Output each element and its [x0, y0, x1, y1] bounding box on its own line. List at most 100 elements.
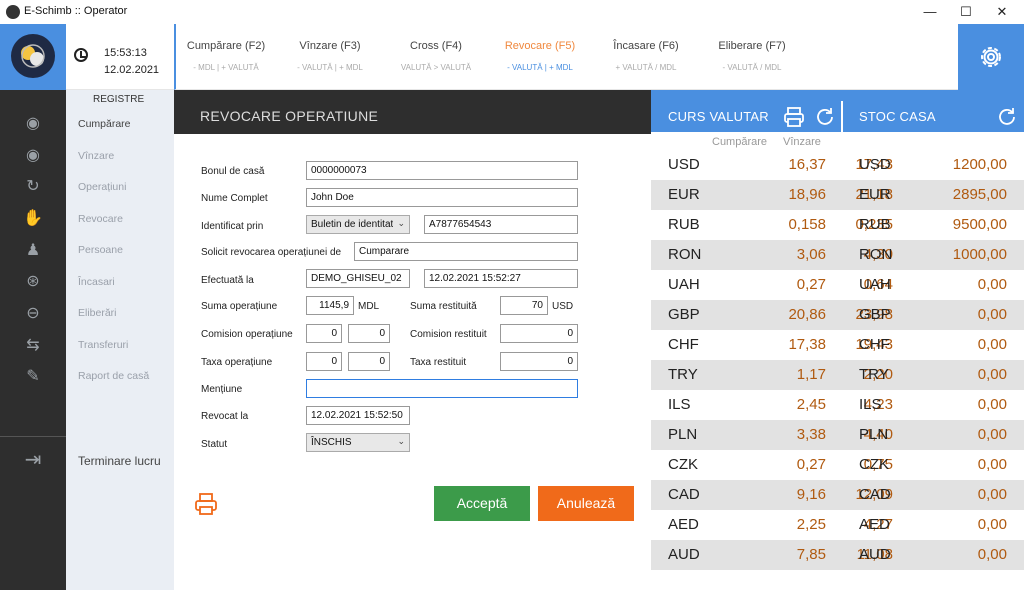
menu-item-eliberari[interactable]: Eliberări — [78, 307, 117, 319]
taxa-input-2[interactable]: 0 — [348, 352, 390, 371]
taxa-label: Taxa operațiune — [201, 357, 273, 368]
cart-in-icon[interactable]: ⊛ — [22, 272, 44, 292]
ident-select-value: Buletin de identitate — [311, 219, 393, 230]
operations-icon[interactable]: ↻ — [22, 177, 44, 197]
menu-item-incasari[interactable]: Încasari — [78, 276, 115, 288]
logout-link[interactable]: Terminare lucru — [78, 454, 161, 468]
solicit-label: Solicit revocarea operațiunei de — [201, 247, 342, 258]
suma-rest-input[interactable]: 70 — [500, 296, 548, 315]
form-title: REVOCARE OPERATIUNE — [200, 108, 379, 124]
revocat-input[interactable]: 12.02.2021 15:52:50 — [306, 406, 410, 425]
clock-icon — [74, 48, 88, 62]
rate-row: AUD 7,85 11,08 AUD 0,00 — [651, 540, 1024, 570]
suma-input[interactable]: 1145,9 — [306, 296, 354, 315]
rates-title: CURS VALUTAR — [668, 109, 769, 124]
statut-select-value: ÎNSCHIS — [311, 437, 352, 448]
clock-area: 15:53:13 12.02.2021 — [66, 24, 174, 90]
tab-revocare[interactable]: Revocare (F5) - VALUTĂ | + MDL — [490, 40, 590, 72]
rate-row: PLN 3,38 4,40 PLN 0,00 — [651, 420, 1024, 450]
statut-select[interactable]: ÎNSCHIS ⌄ — [306, 433, 410, 452]
settings-button[interactable] — [958, 24, 1024, 90]
cart-out-icon[interactable]: ⊖ — [22, 304, 44, 324]
registre-menu: REGISTRE Cumpărare Vînzare Operațiuni Re… — [66, 90, 174, 590]
menu-item-cumparare[interactable]: Cumpărare — [78, 118, 131, 130]
buy-icon[interactable]: ◉ — [22, 114, 44, 134]
tab-cross[interactable]: Cross (F4) VALUTĂ > VALUTĂ — [386, 40, 486, 72]
efect-input[interactable]: DEMO_GHISEU_02 — [306, 269, 410, 288]
comision-rest-input[interactable]: 0 — [500, 324, 578, 343]
logo-icon — [11, 34, 55, 78]
chevron-down-icon: ⌄ — [397, 218, 405, 228]
menu-item-vinzare[interactable]: Vînzare — [78, 150, 114, 162]
menu-heading: REGISTRE — [93, 94, 145, 105]
rate-row: TRY 1,17 2,20 TRY 0,00 — [651, 360, 1024, 390]
accept-button[interactable]: Acceptă — [434, 486, 530, 521]
mentiune-label: Mențiune — [201, 384, 243, 395]
persons-icon[interactable]: ♟ — [22, 241, 44, 261]
taxa-input-1[interactable]: 0 — [306, 352, 342, 371]
rate-row: RUB 0,158 0,235 RUB 9500,00 — [668, 216, 1007, 233]
ident-number-input[interactable]: A7877654543 — [424, 215, 578, 234]
menu-item-transferuri[interactable]: Transferuri — [78, 339, 128, 351]
transfer-icon[interactable]: ⇆ — [22, 336, 44, 356]
suma-currency: MDL — [358, 301, 380, 312]
cancel-button[interactable]: Anulează — [538, 486, 634, 521]
sell-icon[interactable]: ◉ — [22, 146, 44, 166]
close-button[interactable]: ✕ — [986, 0, 1018, 24]
rate-row: AED 2,25 4,27 AED 0,00 — [668, 516, 1007, 533]
rate-row: ILS 2,45 4,23 ILS 0,00 — [668, 396, 1007, 413]
ident-label: Identificat prin — [201, 221, 264, 232]
rates-header: CURS VALUTAR — [651, 101, 841, 132]
suma-label: Suma operațiune — [201, 301, 278, 312]
menu-item-raport[interactable]: Raport de casă — [78, 370, 149, 382]
rate-row: CAD 9,16 12,09 CAD 0,00 — [651, 480, 1024, 510]
minimize-button[interactable]: — — [914, 0, 946, 24]
rate-row: USD 16,37 17,43 USD 1200,00 — [668, 156, 1007, 173]
refresh-icon[interactable] — [814, 106, 836, 128]
comision-input-2[interactable]: 0 — [348, 324, 390, 343]
print-icon[interactable] — [194, 492, 218, 516]
title-bar: E-Schimb :: Operator — ☐ ✕ — [0, 0, 1024, 24]
maximize-button[interactable]: ☐ — [950, 0, 982, 24]
refresh-icon[interactable] — [996, 106, 1018, 128]
menu-item-persoane[interactable]: Persoane — [78, 244, 123, 256]
bon-input[interactable]: 0000000073 — [306, 161, 578, 180]
efect-date-input[interactable]: 12.02.2021 15:52:27 — [424, 269, 578, 288]
report-icon[interactable]: ✎ — [22, 367, 44, 387]
revocat-label: Revocat la — [201, 411, 249, 422]
buy-column-header: Cumpărare — [712, 136, 768, 148]
ident-select[interactable]: Buletin de identitate ⌄ — [306, 215, 410, 234]
tab-incasare[interactable]: Încasare (F6) + VALUTĂ / MDL — [596, 40, 696, 72]
taxa-rest-input[interactable]: 0 — [500, 352, 578, 371]
tab-eliberare[interactable]: Eliberare (F7) - VALUTĂ / MDL — [702, 40, 802, 72]
menu-item-operatiuni[interactable]: Operațiuni — [78, 181, 126, 193]
revoke-icon[interactable]: ✋ — [22, 209, 44, 229]
menu-item-revocare[interactable]: Revocare — [78, 213, 123, 225]
rate-row: UAH 0,27 0,64 UAH 0,00 — [668, 276, 1007, 293]
tab-cumparare[interactable]: Cumpărare (F2) - MDL | + VALUTĂ — [176, 40, 276, 72]
clock-time: 15:53:13 — [104, 47, 147, 59]
rate-row: CZK 0,27 0,75 CZK 0,00 — [668, 456, 1007, 473]
logout-icon[interactable]: ⇥ — [22, 450, 44, 470]
stock-title: STOC CASA — [859, 109, 936, 124]
rate-row: CHF 17,38 19,43 CHF 0,00 — [668, 336, 1007, 353]
mentiune-input[interactable] — [306, 379, 578, 398]
print-icon[interactable] — [783, 106, 805, 128]
nume-input[interactable]: John Doe — [306, 188, 578, 207]
rates-top-strip — [651, 90, 1024, 101]
tab-vinzare[interactable]: Vînzare (F3) - VALUTĂ | + MDL — [280, 40, 380, 72]
rate-row: GBP 20,86 23,98 GBP 0,00 — [651, 300, 1024, 330]
revoke-form: Bonul de casă 0000000073 Nume Complet Jo… — [174, 134, 651, 590]
rate-row: EUR 18,96 21,18 EUR 2895,00 — [651, 180, 1024, 210]
rates-column-header: Cumpărare Vînzare — [651, 132, 1024, 150]
suma-rest-currency: USD — [552, 301, 574, 312]
taxa-rest-label: Taxa restituit — [410, 357, 467, 368]
comision-input-1[interactable]: 0 — [306, 324, 342, 343]
gear-icon — [981, 47, 1001, 67]
logo-area — [0, 24, 66, 90]
form-header: REVOCARE OPERATIUNE — [174, 90, 651, 134]
sell-column-header: Vînzare — [783, 136, 821, 148]
solicit-input[interactable]: Cumparare — [354, 242, 578, 261]
efect-label: Efectuată la — [201, 275, 254, 286]
icon-sidebar: ◉ ◉ ↻ ✋ ♟ ⊛ ⊖ ⇆ ✎ ⇥ — [0, 90, 66, 590]
